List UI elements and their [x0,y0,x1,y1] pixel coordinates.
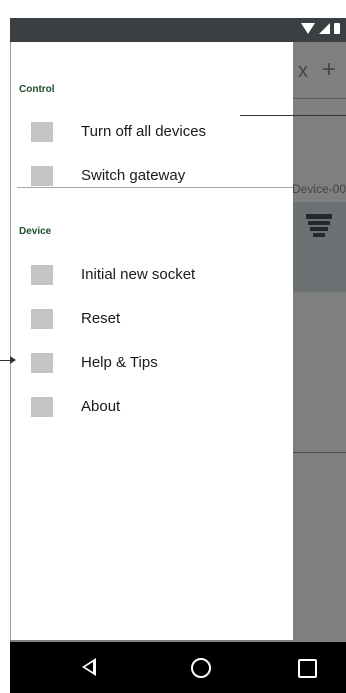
menu-item-icon [31,265,53,285]
section-divider [17,187,293,188]
annotation-line [240,115,346,116]
system-nav-bar [10,642,346,693]
section-title-control: Control [19,84,55,95]
signal-icon [319,23,330,34]
menu-item-about[interactable]: About [11,393,293,421]
status-bar [10,18,346,42]
menu-item-switch-gateway[interactable]: Switch gateway [11,162,293,190]
menu-item-icon [31,166,53,186]
wifi-icon [301,23,315,34]
menu-item-initial-new-socket[interactable]: Initial new socket [11,261,293,289]
battery-icon [334,23,340,34]
menu-item-icon [31,122,53,142]
menu-item-help-tips[interactable]: Help & Tips [11,349,293,377]
menu-item-label: About [81,398,121,415]
menu-item-icon [31,309,53,329]
menu-item-turn-off-all[interactable]: Turn off all devices [11,118,293,146]
menu-item-label: Help & Tips [81,354,158,371]
menu-item-icon [31,397,53,417]
status-icons [301,23,340,34]
menu-item-label: Turn off all devices [81,123,207,140]
home-icon[interactable] [191,658,211,678]
menu-item-icon [31,353,53,373]
section-title-device: Device [19,226,52,237]
menu-item-label: Switch gateway [81,167,186,184]
phone-screen: x + Device-00 Control Turn off all devic… [10,18,346,693]
annotation-arrow-icon [10,356,16,364]
recent-apps-icon[interactable] [298,659,317,678]
menu-item-label: Initial new socket [81,266,196,283]
navigation-drawer: Control Turn off all devices Switch gate… [10,42,293,640]
menu-item-reset[interactable]: Reset [11,305,293,333]
back-icon-inner [85,662,93,672]
menu-item-label: Reset [81,310,121,327]
